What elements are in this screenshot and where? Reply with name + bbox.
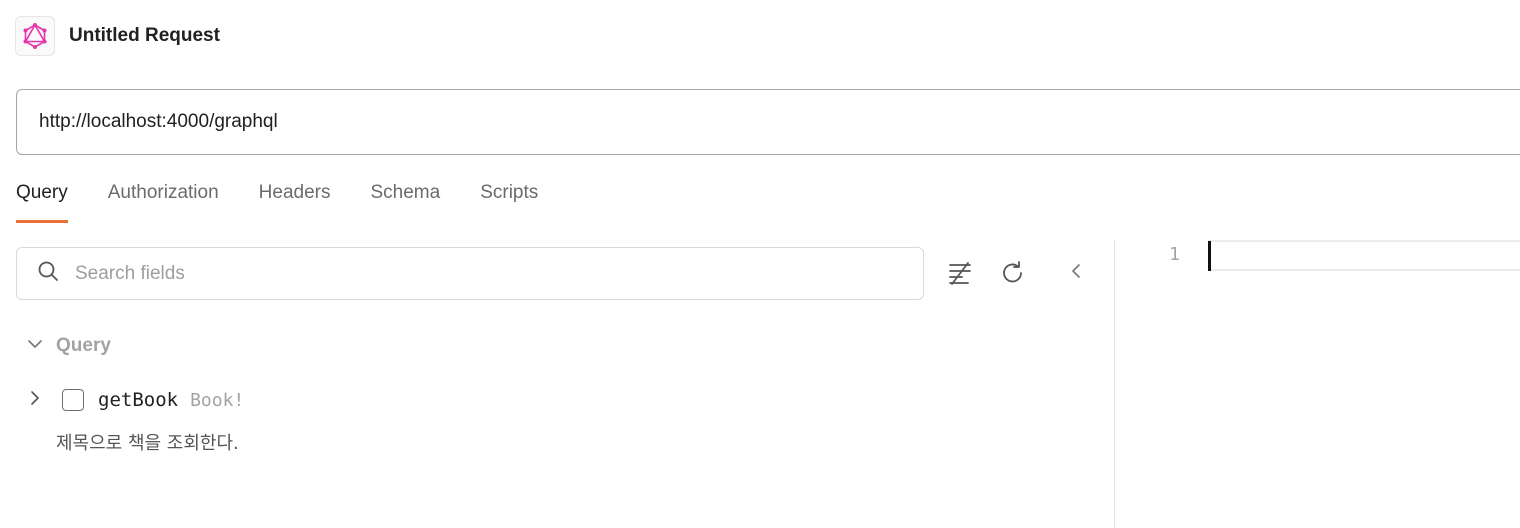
request-tabs: Query Authorization Headers Schema Scrip… [16, 172, 578, 223]
field-type: Book! [190, 389, 245, 411]
graphql-request-view: Untitled Request http://localhost:4000/g… [0, 0, 1520, 528]
graphql-icon [15, 16, 55, 56]
pane-divider[interactable] [1114, 240, 1115, 528]
field-name[interactable]: getBook [98, 389, 178, 411]
search-fields-input[interactable] [73, 261, 877, 286]
tab-query[interactable]: Query [16, 172, 68, 223]
field-description: 제목으로 책을 조회한다. [56, 433, 239, 454]
query-section-header[interactable]: Query [26, 330, 111, 362]
clear-selection-icon[interactable] [944, 257, 976, 289]
request-header: Untitled Request [15, 15, 220, 57]
search-icon [37, 260, 59, 287]
request-title[interactable]: Untitled Request [69, 25, 220, 47]
url-input[interactable]: http://localhost:4000/graphql [16, 89, 1520, 155]
tab-headers[interactable]: Headers [259, 172, 331, 220]
query-editor[interactable] [1208, 240, 1520, 271]
line-number: 1 [1169, 244, 1180, 265]
tab-authorization[interactable]: Authorization [108, 172, 219, 220]
chevron-right-icon[interactable] [26, 389, 44, 412]
refresh-icon[interactable] [997, 257, 1029, 289]
list-item: getBook Book! [26, 384, 244, 416]
chevron-down-icon [26, 335, 44, 358]
section-label: Query [56, 335, 111, 356]
tab-schema[interactable]: Schema [370, 172, 440, 220]
field-checkbox[interactable] [62, 389, 84, 411]
tab-scripts[interactable]: Scripts [480, 172, 538, 220]
url-value: http://localhost:4000/graphql [39, 111, 278, 132]
text-cursor [1208, 241, 1211, 271]
chevron-left-icon[interactable] [1060, 255, 1092, 287]
search-fields-box [16, 247, 924, 300]
